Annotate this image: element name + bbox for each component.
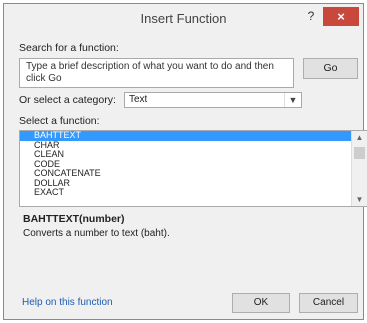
cancel-button[interactable]: Cancel [299,293,358,313]
function-list-item[interactable]: DOLLAR [20,178,367,189]
help-button[interactable]: ? [302,7,320,25]
category-selected-value: Text [129,94,148,105]
close-button[interactable]: × [323,7,359,26]
insert-function-dialog: Insert Function ? × Search for a functio… [3,3,367,320]
function-description: Converts a number to text (baht). [23,228,170,239]
search-input[interactable]: Type a brief description of what you wan… [19,58,294,88]
ok-button[interactable]: OK [232,293,290,313]
scroll-down-icon[interactable]: ▼ [352,195,367,204]
function-list-item[interactable]: EXACT [20,187,367,198]
help-on-function-link[interactable]: Help on this function [22,297,113,308]
scroll-thumb[interactable] [354,147,365,159]
function-list-item[interactable]: CONCATENATE [20,168,367,179]
function-signature: BAHTTEXT(number) [23,213,125,225]
list-scrollbar[interactable]: ▲ ▼ [351,131,367,206]
function-list-item[interactable]: CHAR [20,140,367,151]
scroll-up-icon[interactable]: ▲ [352,133,367,142]
function-list-item[interactable]: BAHTTEXT [20,131,367,141]
search-label: Search for a function: [19,42,119,54]
title-bar: Insert Function ? × [4,4,363,33]
category-label: Or select a category: [19,94,116,106]
chevron-down-icon[interactable]: ▼ [284,93,301,107]
go-button[interactable]: Go [303,58,358,79]
function-list-item[interactable]: CLEAN [20,149,367,160]
function-list-label: Select a function: [19,115,100,127]
category-select[interactable]: Text ▼ [124,92,302,108]
function-list[interactable]: BAHTTEXT CHAR CLEAN CODE CONCATENATE DOLLAR EX… [19,130,367,207]
